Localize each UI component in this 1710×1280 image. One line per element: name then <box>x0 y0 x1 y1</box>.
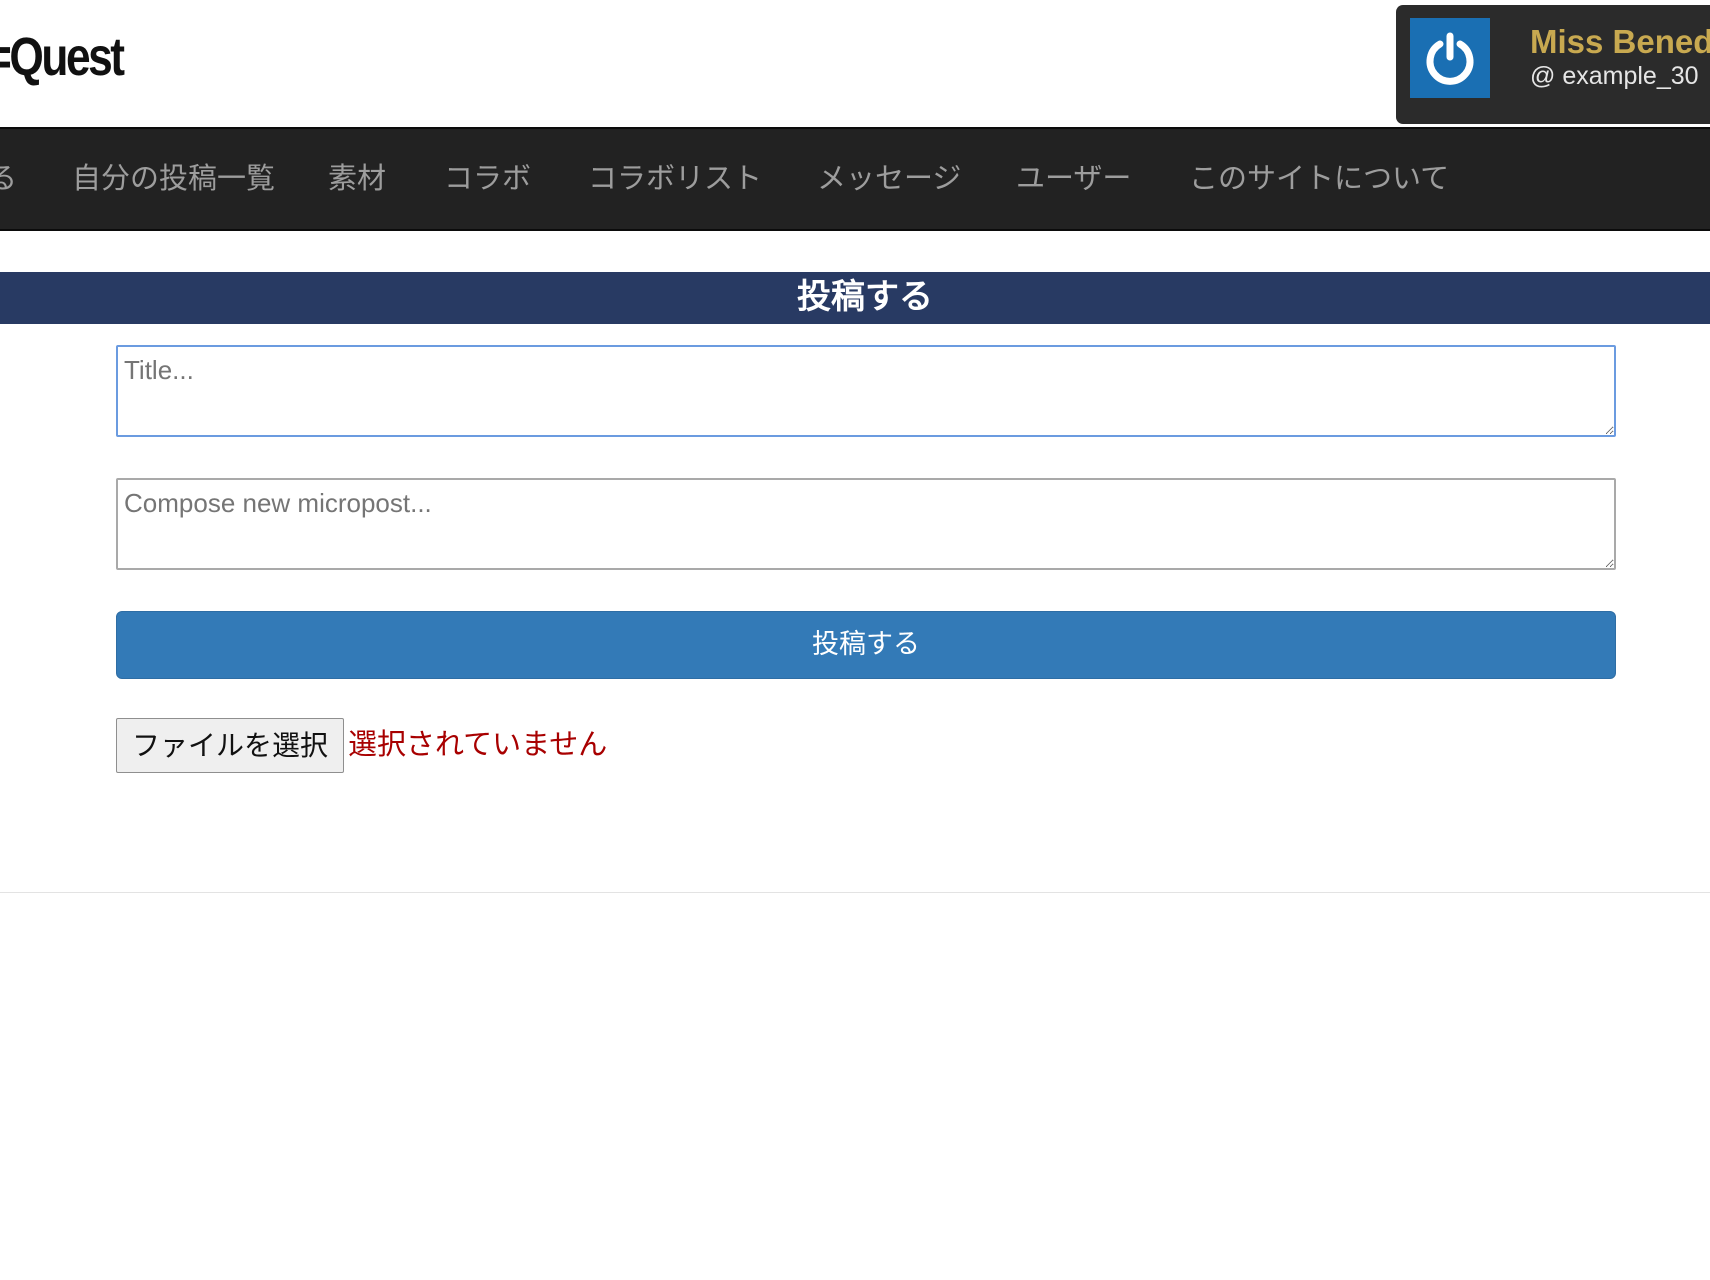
post-title-input[interactable] <box>116 345 1616 437</box>
main-navbar: る 自分の投稿一覧 素材 コラボ コラボリスト メッセージ ユーザー このサイト… <box>0 127 1710 231</box>
user-card[interactable]: Miss Bened @ example_30 <box>1396 5 1710 124</box>
nav-item-about[interactable]: このサイトについて <box>1189 156 1449 200</box>
choose-file-button[interactable]: ファイルを選択 <box>116 718 344 773</box>
site-logo[interactable]: =Quest <box>0 30 125 84</box>
nav-item-messages[interactable]: メッセージ <box>817 156 961 200</box>
user-avatar[interactable] <box>1410 18 1490 98</box>
file-status-text: 選択されていません <box>348 727 608 761</box>
nav-item-collab-list[interactable]: コラボリスト <box>588 156 762 200</box>
nav-item-users[interactable]: ユーザー <box>1016 156 1131 200</box>
submit-post-button[interactable]: 投稿する <box>116 611 1616 679</box>
nav-item-collab[interactable]: コラボ <box>444 156 531 200</box>
user-handle: @ example_30 <box>1530 62 1699 90</box>
nav-item-materials[interactable]: 素材 <box>328 156 386 200</box>
nav-item-partial[interactable]: る <box>0 156 17 200</box>
micropost-content-input[interactable] <box>116 478 1616 570</box>
footer-divider <box>0 892 1710 893</box>
nav-item-my-posts[interactable]: 自分の投稿一覧 <box>72 156 275 200</box>
user-name[interactable]: Miss Bened <box>1530 23 1710 61</box>
power-icon <box>1426 32 1474 85</box>
post-section-title: 投稿する <box>0 272 1710 324</box>
